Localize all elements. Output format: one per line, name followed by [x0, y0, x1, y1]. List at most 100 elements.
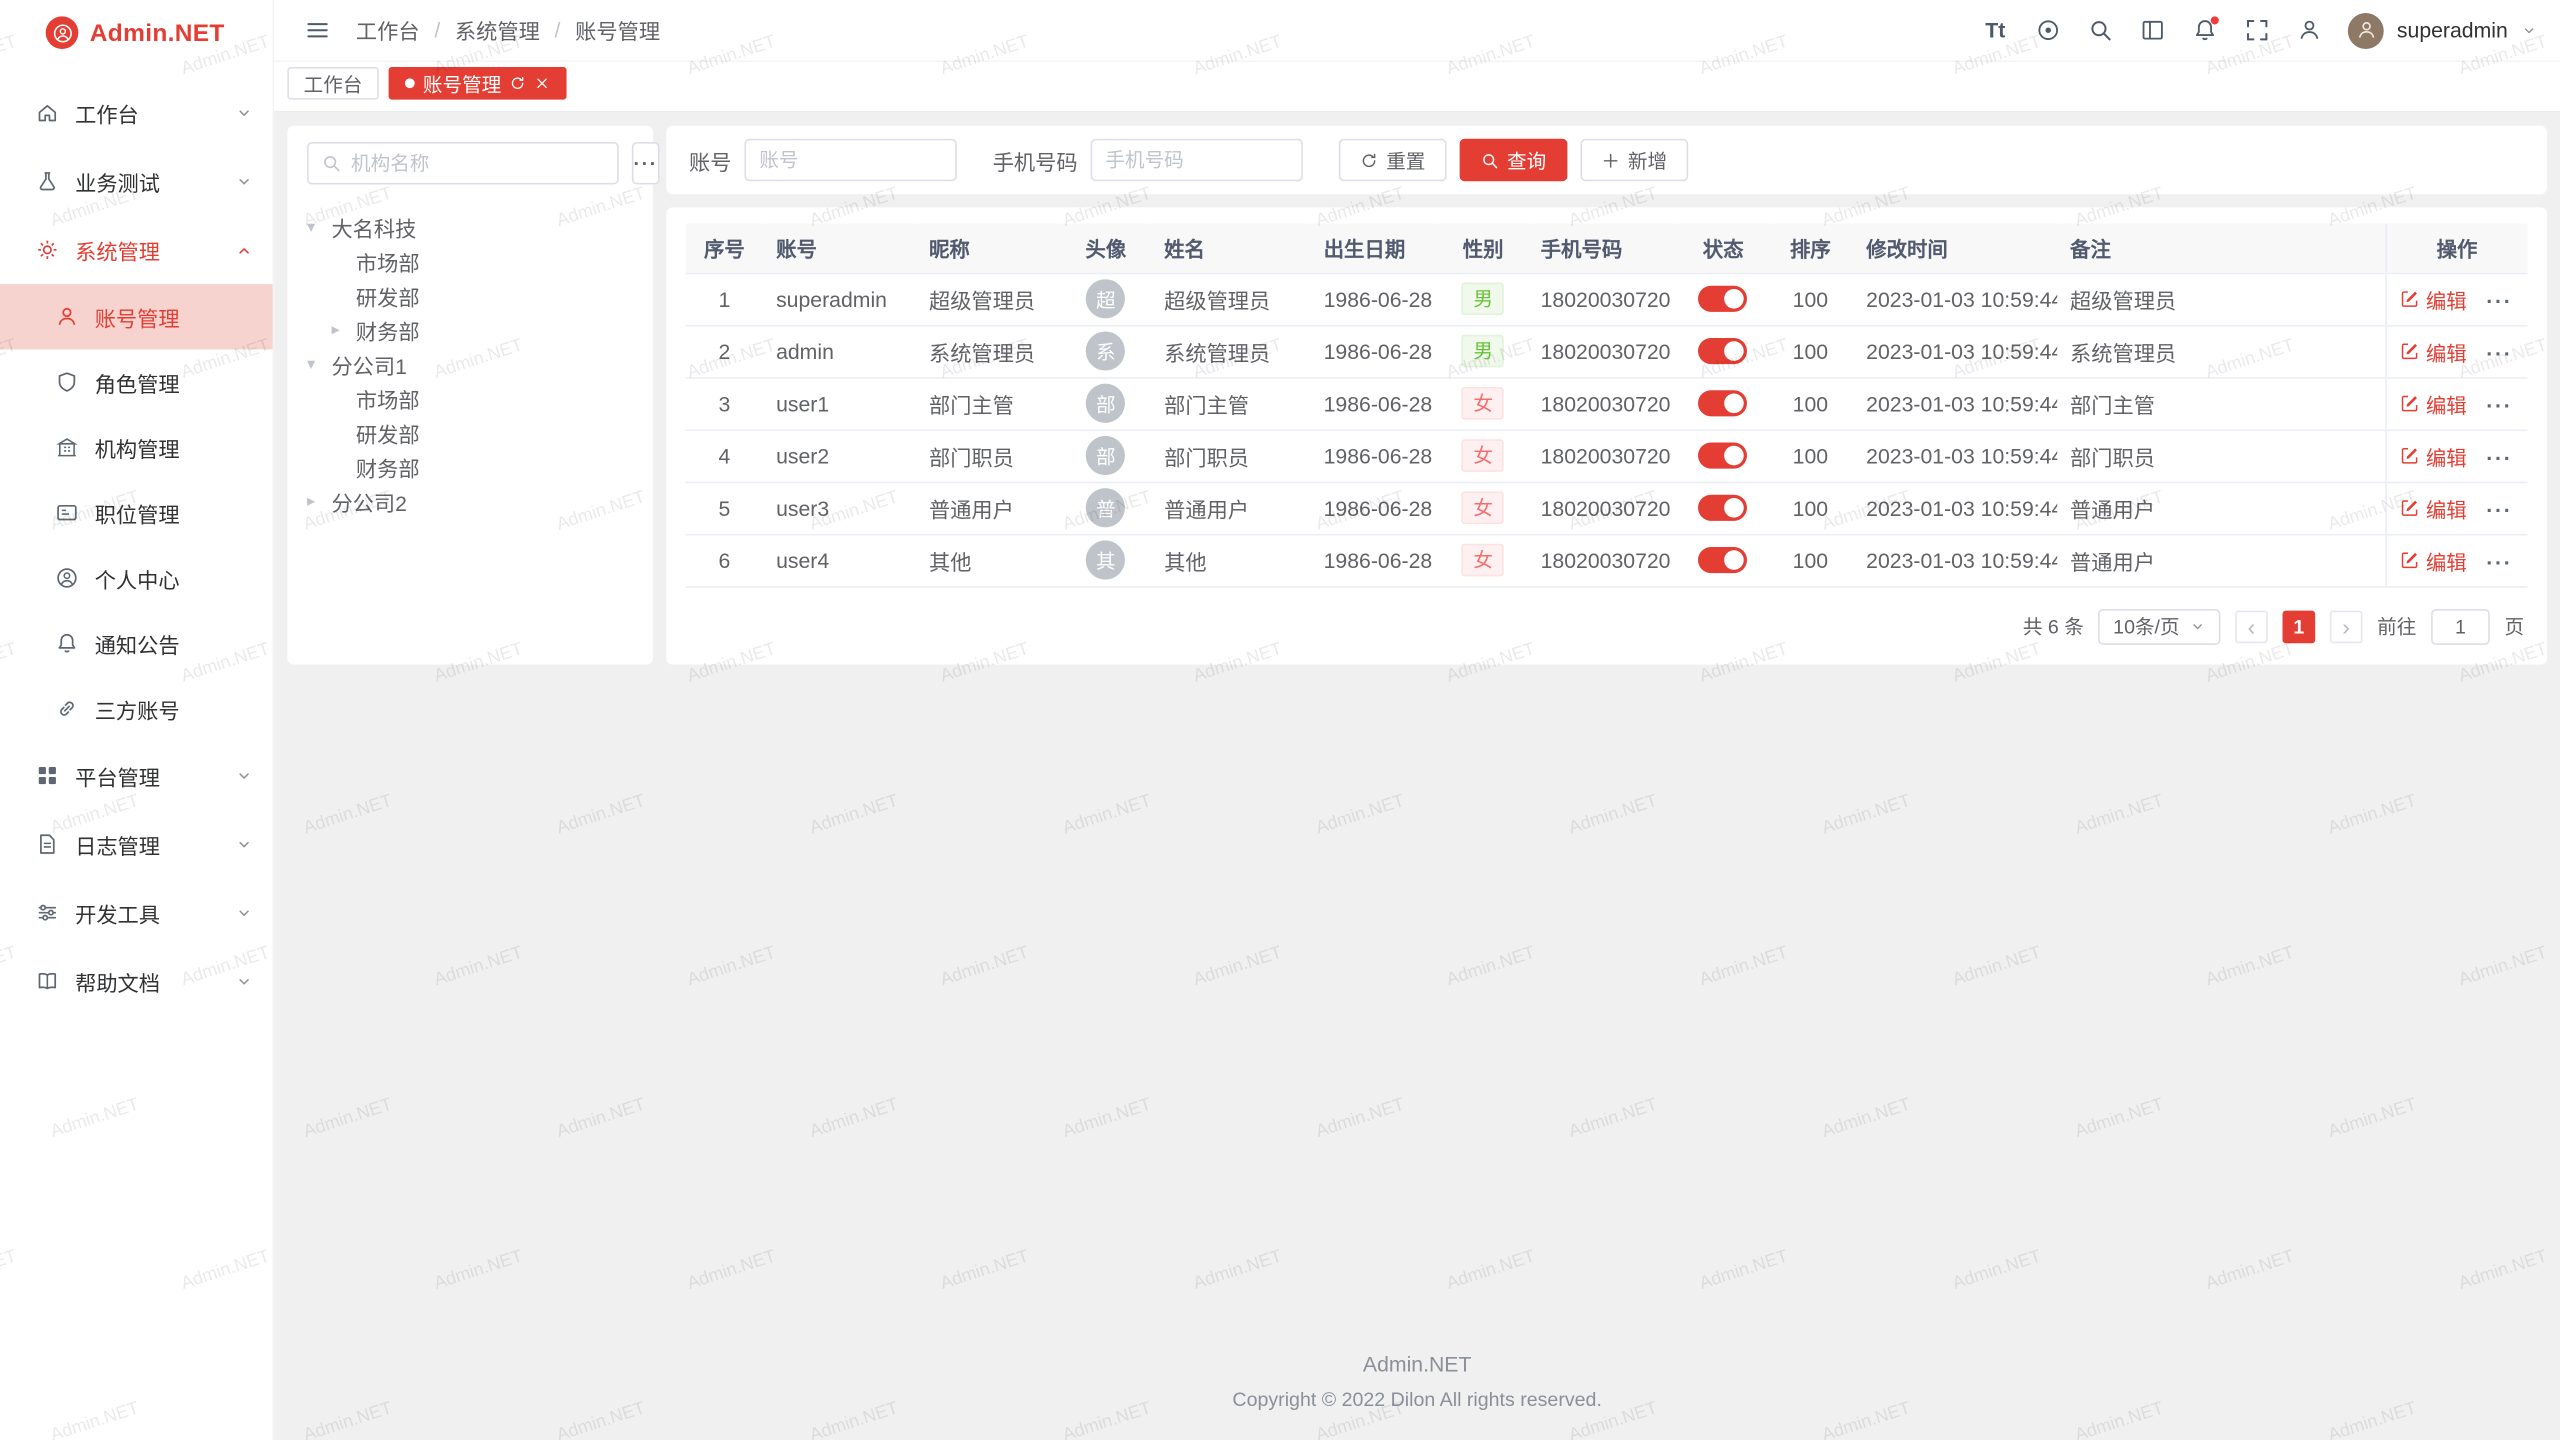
edit-icon [2400, 393, 2420, 413]
sidebar-item-logs[interactable]: 日志管理 [0, 810, 273, 879]
sidebar-item-role[interactable]: 角色管理 [0, 349, 273, 414]
app-logo[interactable]: Admin.NET [0, 0, 273, 65]
tree-node[interactable]: ▾分公司1 [307, 348, 634, 382]
phone-input[interactable] [1091, 139, 1303, 181]
tab-account-management[interactable]: 账号管理 [389, 67, 567, 100]
fullscreen-button[interactable] [2237, 11, 2276, 50]
cell-avatar: 部 [1061, 377, 1151, 429]
sidebar-item-platform[interactable]: 平台管理 [0, 741, 273, 810]
more-actions-button[interactable]: ··· [2486, 289, 2512, 313]
cell-index: 6 [686, 534, 763, 586]
profile-button[interactable] [2289, 11, 2328, 50]
sidebar-item-business-test[interactable]: 业务测试 [0, 147, 273, 216]
caret-right-icon[interactable]: ▸ [307, 493, 331, 511]
status-toggle[interactable] [1699, 495, 1748, 521]
col-avatar: 头像 [1061, 224, 1151, 273]
cell-avatar: 其 [1061, 534, 1151, 586]
sidebar-item-devtools[interactable]: 开发工具 [0, 878, 273, 947]
main-area: 工作台 / 系统管理 / 账号管理 Tt superadmin 工 [274, 0, 2560, 1440]
sidebar-item-workbench[interactable]: 工作台 [0, 78, 273, 147]
next-page-button[interactable]: › [2330, 610, 2363, 643]
add-button[interactable]: 新增 [1581, 139, 1689, 181]
caret-down-icon[interactable]: ▾ [307, 219, 331, 237]
org-search-box[interactable] [307, 142, 619, 184]
sidebar-item-position[interactable]: 职位管理 [0, 480, 273, 545]
sidebar-item-help[interactable]: 帮助文档 [0, 947, 273, 1016]
tree-node[interactable]: 财务部 [307, 451, 634, 485]
layout-button[interactable] [2132, 11, 2171, 50]
edit-button[interactable]: 编辑 [2400, 283, 2467, 314]
status-toggle[interactable] [1699, 338, 1748, 364]
collapse-menu-button[interactable] [297, 11, 336, 50]
table-row: 1superadmin超级管理员超超级管理员1986-06-28男1802003… [686, 273, 2528, 325]
cell-birthdate: 1986-06-28 [1311, 273, 1439, 325]
tree-node[interactable]: 研发部 [307, 279, 634, 313]
caret-right-icon[interactable]: ▸ [331, 322, 355, 340]
edit-button[interactable]: 编辑 [2400, 388, 2467, 419]
logo-icon [46, 16, 79, 49]
gender-badge: 女 [1462, 491, 1504, 524]
edit-button[interactable]: 编辑 [2400, 545, 2467, 576]
account-label: 账号 [689, 144, 731, 175]
close-icon[interactable] [534, 75, 550, 91]
breadcrumb-item-system[interactable]: 系统管理 [455, 15, 540, 46]
sidebar-item-notice[interactable]: 通知公告 [0, 611, 273, 676]
cell-sort: 100 [1768, 429, 1853, 481]
sidebar-item-label: 工作台 [75, 97, 139, 128]
chevron-down-icon[interactable] [2521, 22, 2537, 38]
tree-node[interactable]: 市场部 [307, 245, 634, 279]
account-input[interactable] [745, 139, 957, 181]
edit-button[interactable]: 编辑 [2400, 336, 2467, 367]
status-toggle[interactable] [1699, 391, 1748, 417]
sidebar-item-personal[interactable]: 个人中心 [0, 545, 273, 610]
cell-index: 1 [686, 273, 763, 325]
edit-button[interactable]: 编辑 [2400, 440, 2467, 471]
tree-more-button[interactable]: ··· [632, 142, 660, 184]
more-actions-button[interactable]: ··· [2486, 446, 2512, 470]
more-actions-button[interactable]: ··· [2486, 550, 2512, 574]
cell-modified-time: 2023-01-03 10:59:44 [1853, 273, 2057, 325]
org-name-input[interactable] [351, 152, 604, 175]
sidebar-item-org[interactable]: 机构管理 [0, 415, 273, 480]
tree-node[interactable]: 研发部 [307, 416, 634, 450]
status-toggle[interactable] [1699, 547, 1748, 573]
theme-button[interactable] [2028, 11, 2067, 50]
refresh-icon[interactable] [509, 75, 525, 91]
gender-badge: 女 [1462, 439, 1504, 472]
cell-actions: 编辑 ··· [2386, 377, 2528, 429]
more-actions-button[interactable]: ··· [2486, 393, 2512, 417]
tree-node[interactable]: 市场部 [307, 382, 634, 416]
edit-icon [2400, 550, 2420, 570]
tab-workbench[interactable]: 工作台 [287, 67, 378, 100]
status-toggle[interactable] [1699, 443, 1748, 469]
cell-account: superadmin [763, 273, 916, 325]
sidebar-item-account[interactable]: 账号管理 [0, 284, 273, 349]
cell-account: user2 [763, 429, 916, 481]
sidebar-item-system[interactable]: 系统管理 [0, 216, 273, 285]
sidebar-item-thirdparty[interactable]: 三方账号 [0, 676, 273, 741]
global-search-button[interactable] [2080, 11, 2119, 50]
more-actions-button[interactable]: ··· [2486, 498, 2512, 522]
font-size-button[interactable]: Tt [1976, 11, 2015, 50]
cell-status [1679, 534, 1768, 586]
goto-page-input[interactable] [2431, 608, 2490, 644]
more-actions-button[interactable]: ··· [2486, 341, 2512, 365]
page-size-select[interactable]: 10条/页 [2098, 608, 2220, 644]
reset-button[interactable]: 重置 [1339, 139, 1447, 181]
breadcrumb-item-workbench[interactable]: 工作台 [356, 15, 420, 46]
tree-node[interactable]: ▾大名科技 [307, 211, 634, 245]
gender-badge: 男 [1462, 282, 1504, 315]
page-1-button[interactable]: 1 [2282, 610, 2315, 643]
query-button[interactable]: 查询 [1460, 139, 1568, 181]
prev-page-button[interactable]: ‹ [2235, 610, 2268, 643]
notification-button[interactable] [2185, 11, 2224, 50]
username[interactable]: superadmin [2397, 18, 2508, 42]
caret-down-icon[interactable]: ▾ [307, 356, 331, 374]
edit-button[interactable]: 编辑 [2400, 492, 2467, 523]
chevron-down-icon [235, 835, 253, 853]
layout-icon [2140, 18, 2164, 42]
user-avatar[interactable] [2348, 12, 2384, 48]
status-toggle[interactable] [1699, 286, 1748, 312]
tree-node[interactable]: ▸财务部 [307, 313, 634, 347]
tree-node[interactable]: ▸分公司2 [307, 485, 634, 519]
